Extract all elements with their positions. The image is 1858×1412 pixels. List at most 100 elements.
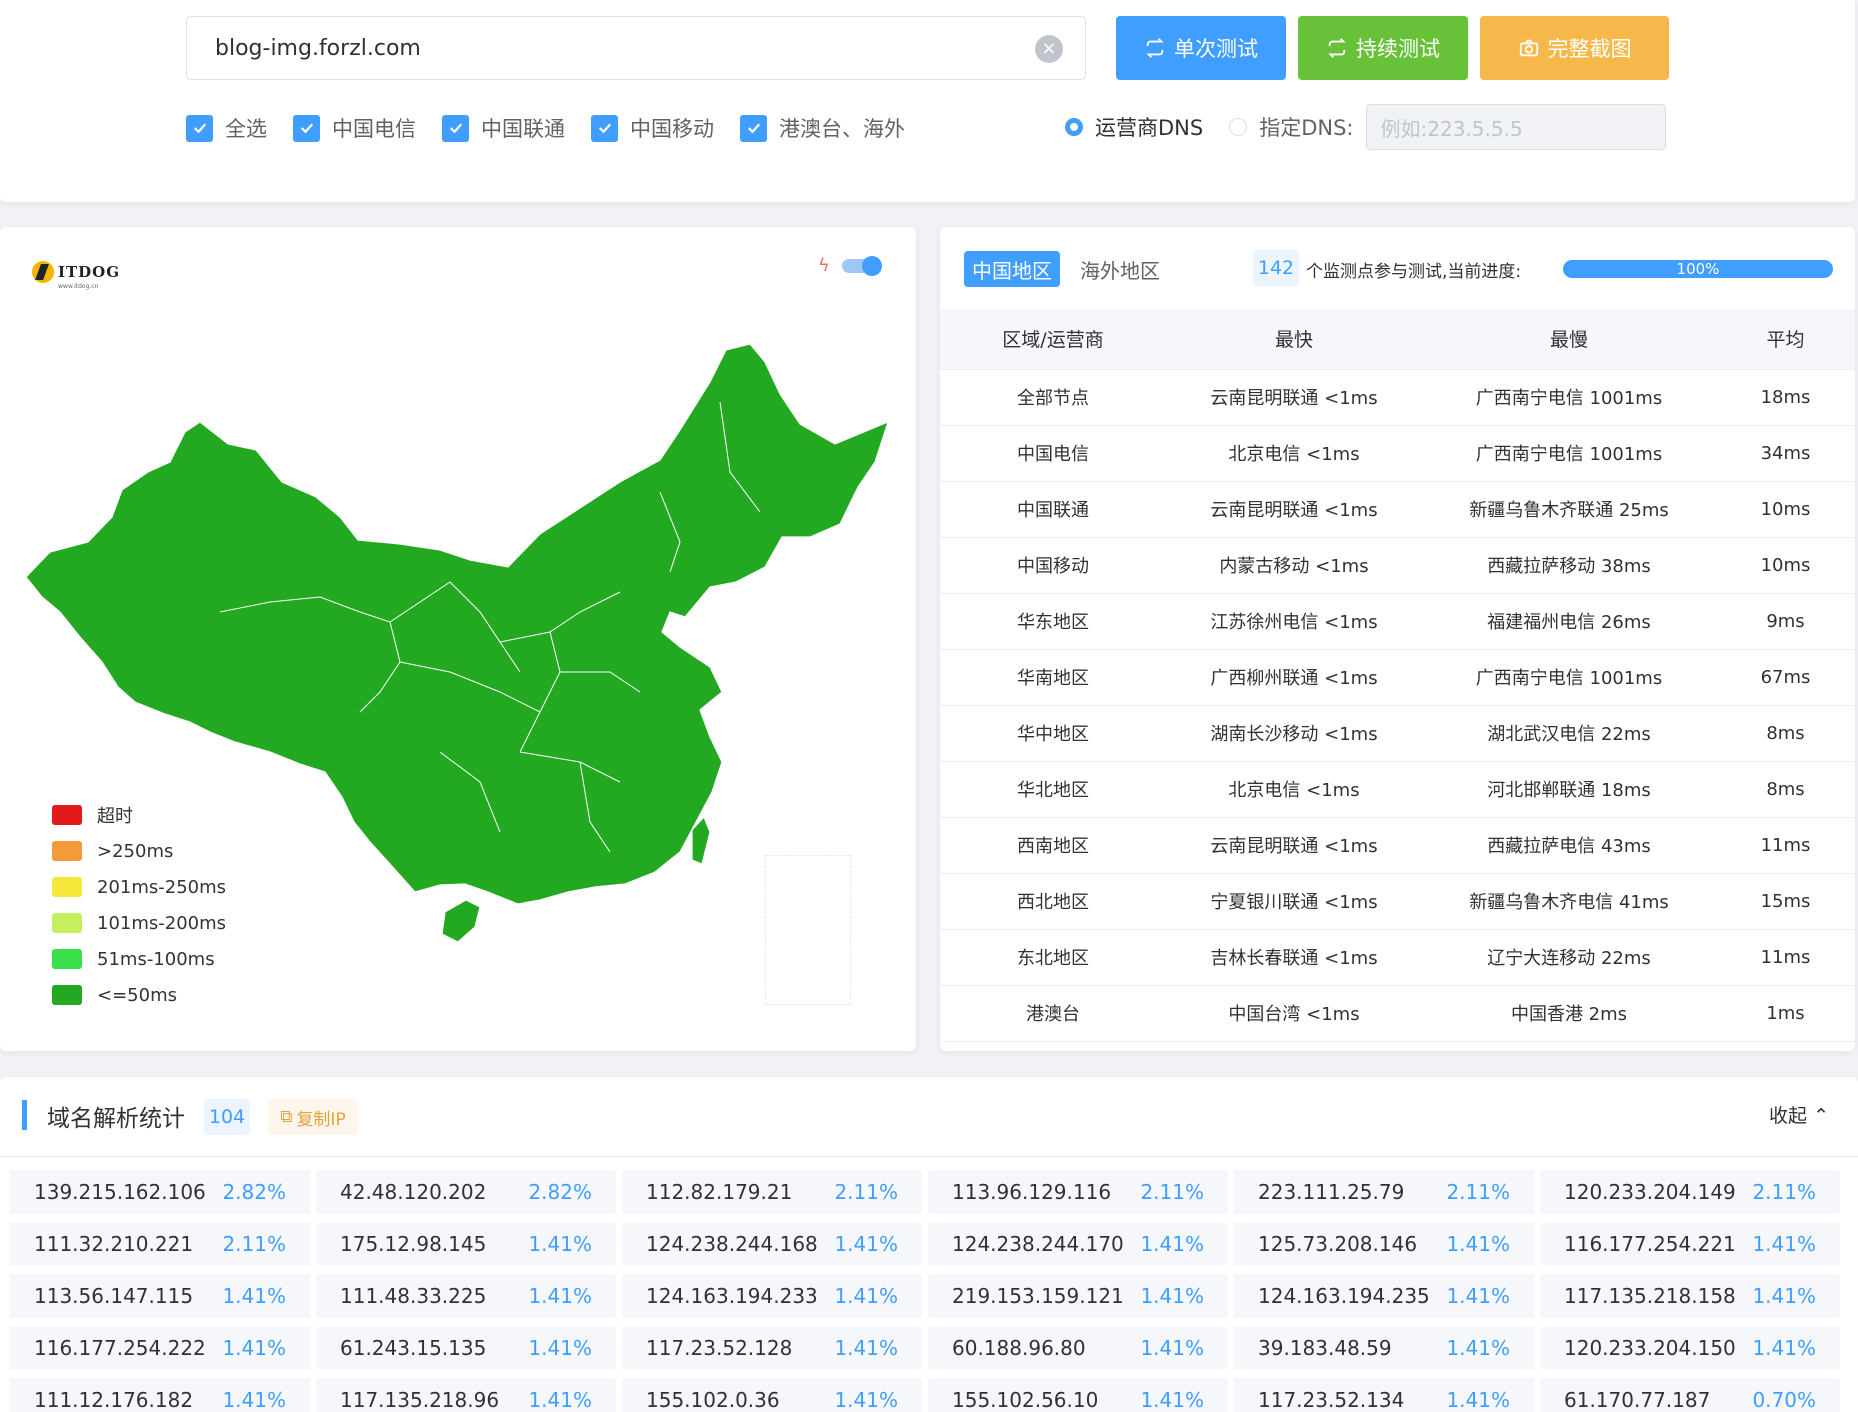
legend-swatch [52,877,82,897]
ip-percentage: 1.41% [528,1336,592,1360]
ip-item: 139.215.162.106 2.82% [10,1170,310,1214]
ip-address: 42.48.120.202 [340,1180,487,1204]
table-row: 东北地区 吉林长春联通 <1ms 辽宁大连移动 22ms 11ms [940,929,1855,986]
legend-label: >250ms [97,840,174,862]
ip-percentage: 1.41% [834,1388,898,1412]
checkbox-checked-icon [442,114,469,142]
domain-input[interactable]: blog-img.forzl.com × [186,16,1086,80]
table-cell: 河北邯郸联通 18ms [1422,761,1716,818]
radio-isp-dns[interactable]: 运营商DNS [1065,112,1203,142]
checkbox-mobile[interactable]: 中国移动 [591,113,714,143]
table-row: 华中地区 湖南长沙移动 <1ms 湖北武汉电信 22ms 8ms [940,705,1855,762]
section-accent-bar [22,1100,27,1130]
single-test-label: 单次测试 [1174,37,1258,61]
ip-percentage: 1.41% [222,1336,286,1360]
ip-address: 117.23.52.128 [646,1336,793,1360]
table-cell: 吉林长春联通 <1ms [1166,929,1422,986]
table-cell: 港澳台 [940,985,1166,1042]
ip-percentage: 1.41% [222,1284,286,1308]
ip-item: 124.163.194.235 1.41% [1234,1274,1534,1318]
table-cell: 8ms [1716,705,1855,762]
legend-label: 201ms-250ms [97,876,227,898]
map-legend: 超时 >250ms 201ms-250ms 101ms-200ms 51ms-1… [52,797,226,1013]
ip-address: 113.96.129.116 [952,1180,1112,1204]
dns-resolution-header: 域名解析统计 104 ⧉ 复制IP 收起 ⌃ [0,1077,1858,1157]
ip-percentage: 2.11% [834,1180,898,1204]
single-test-button[interactable]: 单次测试 [1116,16,1286,80]
ip-grid: 139.215.162.106 2.82% 42.48.120.202 2.82% 11… [10,1170,1840,1412]
checkbox-checked-icon [293,114,320,142]
column-header: 平均 [1716,309,1855,370]
tab-overseas[interactable]: 海外地区 [1072,251,1168,287]
collapse-button[interactable]: 收起 ⌃ [1769,1101,1829,1128]
checkbox-label: 中国联通 [481,117,565,141]
tab-china[interactable]: 中国地区 [964,251,1060,287]
ip-address: 39.183.48.59 [1258,1336,1392,1360]
radio-label: 运营商DNS [1095,116,1204,140]
table-cell: 宁夏银川联通 <1ms [1166,873,1422,930]
ip-item: 117.23.52.134 1.41% [1234,1378,1534,1412]
lightning-icon: ϟ [818,255,830,276]
table-cell: 全部节点 [940,369,1166,426]
checkbox-checked-icon [740,114,767,142]
camera-icon [1519,39,1538,57]
ip-percentage: 1.41% [1140,1284,1204,1308]
ip-address: 124.238.244.170 [952,1232,1124,1256]
table-cell: 中国电信 [940,425,1166,482]
table-cell: 湖南长沙移动 <1ms [1166,705,1422,762]
copy-icon: ⧉ [280,1107,293,1127]
copy-ip-button[interactable]: ⧉ 复制IP [268,1099,358,1135]
ip-address: 112.82.179.21 [646,1180,793,1204]
table-cell: 北京电信 <1ms [1166,425,1422,482]
clear-icon[interactable]: × [1035,35,1063,63]
checkbox-telecom[interactable]: 中国电信 [293,113,416,143]
ip-address: 124.163.194.233 [646,1284,818,1308]
table-row: 华东地区 江苏徐州电信 <1ms 福建福州电信 26ms 9ms [940,593,1855,650]
ip-item: 39.183.48.59 1.41% [1234,1326,1534,1370]
ip-address: 155.102.0.36 [646,1388,780,1412]
legend-item-201-250: 201ms-250ms [52,869,226,905]
ip-percentage: 1.41% [1752,1232,1816,1256]
test-control-panel: blog-img.forzl.com × 单次测试 持续测试 完整截图 全选 中… [0,0,1855,202]
ip-percentage: 1.41% [1140,1336,1204,1360]
table-cell: 10ms [1716,537,1855,594]
ip-percentage: 0.70% [1752,1388,1816,1412]
ip-percentage: 1.41% [1752,1284,1816,1308]
table-cell: 18ms [1716,369,1855,426]
ip-percentage: 2.82% [528,1180,592,1204]
logo-subtext: www.itdog.cn [58,283,99,290]
table-cell: 云南昆明联通 <1ms [1166,481,1422,538]
custom-dns-input[interactable]: 例如:223.5.5.5 [1365,104,1666,150]
checkbox-unicom[interactable]: 中国联通 [442,113,565,143]
legend-item-over-250: >250ms [52,833,226,869]
animation-toggle[interactable] [842,256,882,276]
legend-swatch [52,985,82,1005]
ip-item: 120.233.204.150 1.41% [1540,1326,1840,1370]
ip-percentage: 1.41% [222,1388,286,1412]
ip-address: 116.177.254.222 [34,1336,206,1360]
ip-address: 120.233.204.149 [1564,1180,1736,1204]
ip-item: 175.12.98.145 1.41% [316,1222,616,1266]
checkbox-overseas[interactable]: 港澳台、海外 [740,113,905,143]
radio-custom-dns[interactable]: 指定DNS: [1229,112,1354,142]
table-header-row: 区域/运营商 最快 最慢 平均 [940,309,1855,370]
ip-address: 111.48.33.225 [340,1284,487,1308]
ip-percentage: 1.41% [528,1232,592,1256]
hainan-shape[interactable] [441,899,481,943]
ip-item: 117.135.218.158 1.41% [1540,1274,1840,1318]
continuous-test-button[interactable]: 持续测试 [1298,16,1468,80]
screenshot-button[interactable]: 完整截图 [1480,16,1669,80]
table-cell: 1ms [1716,985,1855,1042]
repeat-icon [1328,38,1346,58]
ip-percentage: 1.41% [834,1336,898,1360]
checkbox-select-all[interactable]: 全选 [186,113,267,143]
table-cell: 中国移动 [940,537,1166,594]
table-cell: 广西南宁电信 1001ms [1422,369,1716,426]
ip-item: 42.48.120.202 2.82% [316,1170,616,1214]
ip-address: 124.238.244.168 [646,1232,818,1256]
legend-item-51-100: 51ms-100ms [52,941,226,977]
chevron-up-icon: ⌃ [1813,1105,1829,1127]
table-cell: 广西南宁电信 1001ms [1422,425,1716,482]
radio-unselected-icon [1229,118,1248,136]
table-cell: 华中地区 [940,705,1166,762]
